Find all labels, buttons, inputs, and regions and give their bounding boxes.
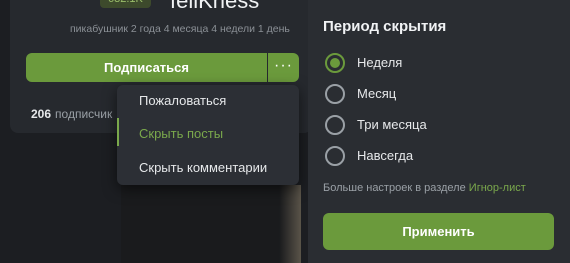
more-settings-text: Больше настроек в разделе Игнор-лист [323, 182, 526, 194]
subscribers-label: подписчик [55, 107, 113, 121]
radio-label: Неделя [357, 55, 403, 70]
menu-active-indicator [117, 118, 119, 146]
panel-title: Период скрытия [323, 18, 447, 35]
radio-unchecked-icon[interactable] [325, 84, 345, 104]
radio-checked-icon[interactable] [325, 53, 345, 73]
radio-label: Три месяца [357, 117, 427, 132]
menu-item-hide-comments[interactable]: Скрыть комментарии [139, 160, 267, 175]
subscribe-button[interactable]: Подписаться [26, 53, 267, 82]
member-since: пикабушник 2 года 4 месяца 4 недели 1 де… [70, 23, 290, 35]
apply-button[interactable]: Применить [323, 213, 554, 250]
more-options-button[interactable]: ··· [268, 53, 299, 82]
subscribers-count: 206 подписчик [31, 107, 112, 121]
more-settings-prefix: Больше настроек в разделе [323, 182, 469, 194]
menu-item-report[interactable]: Пожаловаться [139, 93, 226, 108]
radio-unchecked-icon[interactable] [325, 115, 345, 135]
radio-label: Навсегда [357, 148, 414, 163]
ignore-list-link[interactable]: Игнор-лист [469, 182, 526, 194]
rating-badge: 632.1K [100, 0, 151, 8]
hide-period-panel: Период скрытия Неделя Месяц Три месяца Н… [308, 0, 570, 263]
more-options-menu: Пожаловаться Скрыть посты Скрыть коммент… [117, 85, 299, 185]
radio-label: Месяц [357, 86, 397, 101]
radio-unchecked-icon[interactable] [325, 146, 345, 166]
more-dots-icon: ··· [274, 57, 293, 74]
subscribers-number: 206 [31, 107, 52, 121]
menu-item-hide-posts[interactable]: Скрыть посты [139, 126, 223, 141]
username[interactable]: feliKness [170, 0, 259, 14]
post-image [121, 185, 301, 263]
